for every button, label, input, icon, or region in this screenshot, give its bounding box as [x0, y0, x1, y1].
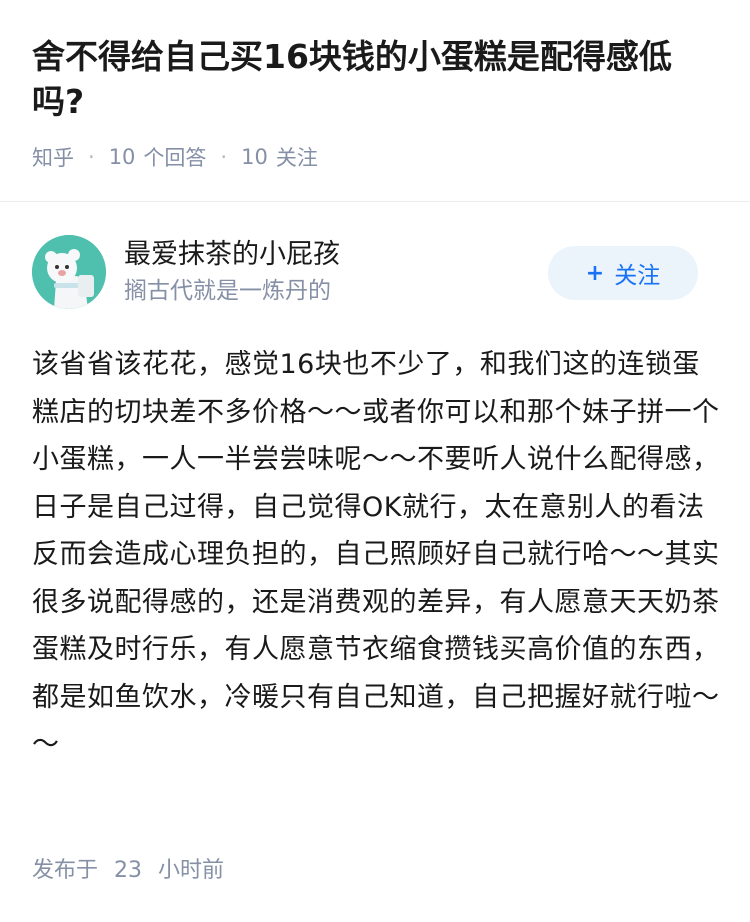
- author-row: 最爱抹茶的小屁孩 搁古代就是一炼丹的 + 关注: [32, 235, 718, 341]
- answer-count: 10: [108, 145, 136, 169]
- author-bio: 搁古代就是一炼丹的: [124, 278, 331, 304]
- follower-count-label: 关注: [275, 146, 318, 170]
- separator-dot: ·: [88, 145, 95, 169]
- source-label[interactable]: 知乎: [32, 142, 74, 172]
- author-name[interactable]: 最爱抹茶的小屁孩: [124, 237, 340, 273]
- author-info: 最爱抹茶的小屁孩 搁古代就是一炼丹的: [124, 237, 340, 307]
- question-title[interactable]: 舍不得给自己买16块钱的小蛋糕是配得感低吗?: [32, 34, 718, 124]
- published-prefix: 发布于: [32, 858, 99, 883]
- published-unit: 小时前: [158, 858, 225, 883]
- answer-count-label: 个回答: [143, 146, 207, 170]
- follow-button[interactable]: + 关注: [548, 246, 698, 300]
- question-meta: 知乎 · 10 个回答 · 10 关注: [32, 142, 718, 172]
- question-header: 舍不得给自己买16块钱的小蛋糕是配得感低吗? 知乎 · 10 个回答 · 10 …: [0, 0, 750, 202]
- answer-footer: 发布于 23 小时前: [32, 852, 224, 884]
- answer-content[interactable]: 该省省该花花，感觉16块也不少了，和我们这的连锁蛋糕店的切块差不多价格～～或者你…: [32, 341, 722, 769]
- answer-card: 最爱抹茶的小屁孩 搁古代就是一炼丹的 + 关注 该省省该花花，感觉16块也不少了…: [0, 235, 750, 769]
- answer-page: 舍不得给自己买16块钱的小蛋糕是配得感低吗? 知乎 · 10 个回答 · 10 …: [0, 0, 750, 922]
- avatar-bear-icon: [32, 235, 106, 309]
- avatar[interactable]: [32, 235, 106, 309]
- published-value: 23: [114, 858, 143, 883]
- follow-label: 关注: [614, 263, 661, 289]
- plus-icon: +: [585, 260, 605, 286]
- follower-count: 10: [241, 145, 268, 169]
- separator-dot: ·: [220, 145, 228, 169]
